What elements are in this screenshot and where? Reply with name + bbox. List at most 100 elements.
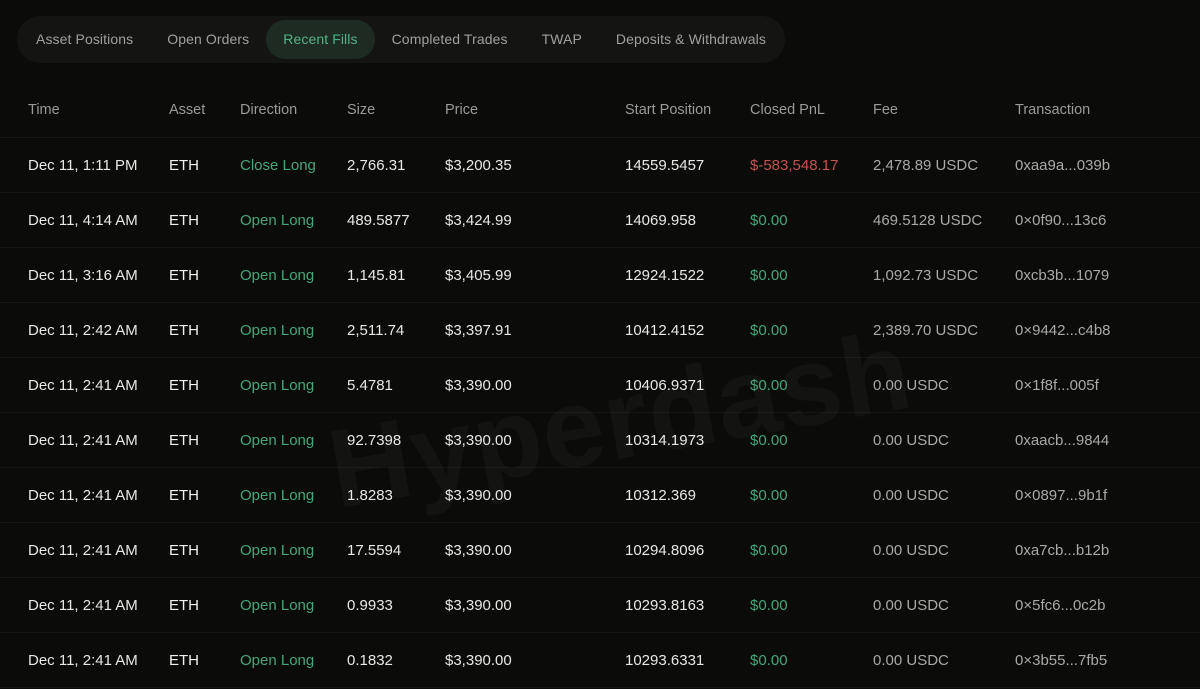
column-header-closed-pnl: Closed PnL bbox=[750, 102, 873, 118]
tab-recent-fills[interactable]: Recent Fills bbox=[266, 20, 374, 59]
cell-start-position: 10406.9371 bbox=[625, 377, 750, 394]
tab-asset-positions[interactable]: Asset Positions bbox=[19, 20, 150, 59]
cell-start-position: 10314.1973 bbox=[625, 432, 750, 449]
cell-fee: 0.00 USDC bbox=[873, 542, 1015, 559]
tab-open-orders[interactable]: Open Orders bbox=[150, 20, 266, 59]
cell-size: 17.5594 bbox=[347, 542, 445, 559]
cell-time: Dec 11, 2:41 AM bbox=[28, 377, 169, 394]
cell-time: Dec 11, 4:14 AM bbox=[28, 212, 169, 229]
cell-asset: ETH bbox=[169, 157, 240, 174]
cell-direction: Open Long bbox=[240, 487, 347, 504]
cell-size: 2,511.74 bbox=[347, 322, 445, 339]
cell-start-position: 10294.8096 bbox=[625, 542, 750, 559]
cell-time: Dec 11, 3:16 AM bbox=[28, 267, 169, 284]
cell-transaction-link[interactable]: 0xaacb...9844 bbox=[1015, 432, 1172, 449]
cell-size: 2,766.31 bbox=[347, 157, 445, 174]
cell-transaction-link[interactable]: 0×1f8f...005f bbox=[1015, 377, 1172, 394]
cell-size: 489.5877 bbox=[347, 212, 445, 229]
cell-asset: ETH bbox=[169, 267, 240, 284]
cell-time: Dec 11, 2:41 AM bbox=[28, 652, 169, 669]
cell-asset: ETH bbox=[169, 487, 240, 504]
cell-price: $3,424.99 bbox=[445, 212, 625, 229]
cell-closed-pnl: $0.00 bbox=[750, 487, 873, 504]
cell-direction: Close Long bbox=[240, 157, 347, 174]
cell-closed-pnl: $0.00 bbox=[750, 432, 873, 449]
cell-fee: 0.00 USDC bbox=[873, 432, 1015, 449]
cell-transaction-link[interactable]: 0×0897...9b1f bbox=[1015, 487, 1172, 504]
table-header-row: Time Asset Direction Size Price Start Po… bbox=[0, 83, 1200, 138]
cell-transaction-link[interactable]: 0×5fc6...0c2b bbox=[1015, 597, 1172, 614]
cell-fee: 0.00 USDC bbox=[873, 377, 1015, 394]
tab-completed-trades[interactable]: Completed Trades bbox=[375, 20, 525, 59]
cell-size: 0.1832 bbox=[347, 652, 445, 669]
cell-price: $3,200.35 bbox=[445, 157, 625, 174]
cell-time: Dec 11, 2:41 AM bbox=[28, 432, 169, 449]
column-header-fee: Fee bbox=[873, 102, 1015, 118]
cell-start-position: 10293.6331 bbox=[625, 652, 750, 669]
cell-asset: ETH bbox=[169, 212, 240, 229]
cell-time: Dec 11, 1:11 PM bbox=[28, 157, 169, 174]
column-header-size: Size bbox=[347, 102, 445, 118]
column-header-asset: Asset bbox=[169, 102, 240, 118]
cell-direction: Open Long bbox=[240, 377, 347, 394]
cell-closed-pnl: $0.00 bbox=[750, 322, 873, 339]
table-row: Dec 11, 2:41 AM ETH Open Long 0.9933 $3,… bbox=[0, 578, 1200, 633]
cell-closed-pnl: $0.00 bbox=[750, 212, 873, 229]
cell-transaction-link[interactable]: 0xcb3b...1079 bbox=[1015, 267, 1172, 284]
tab-twap[interactable]: TWAP bbox=[525, 20, 599, 59]
cell-start-position: 10312.369 bbox=[625, 487, 750, 504]
cell-closed-pnl: $-583,548.17 bbox=[750, 157, 873, 174]
cell-closed-pnl: $0.00 bbox=[750, 542, 873, 559]
cell-fee: 1,092.73 USDC bbox=[873, 267, 1015, 284]
cell-time: Dec 11, 2:42 AM bbox=[28, 322, 169, 339]
tab-deposits-withdrawals[interactable]: Deposits & Withdrawals bbox=[599, 20, 783, 59]
cell-direction: Open Long bbox=[240, 212, 347, 229]
cell-direction: Open Long bbox=[240, 652, 347, 669]
cell-transaction-link[interactable]: 0×9442...c4b8 bbox=[1015, 322, 1172, 339]
cell-closed-pnl: $0.00 bbox=[750, 267, 873, 284]
cell-direction: Open Long bbox=[240, 322, 347, 339]
table-row: Dec 11, 2:41 AM ETH Open Long 5.4781 $3,… bbox=[0, 358, 1200, 413]
cell-closed-pnl: $0.00 bbox=[750, 377, 873, 394]
cell-closed-pnl: $0.00 bbox=[750, 652, 873, 669]
column-header-price: Price bbox=[445, 102, 625, 118]
cell-price: $3,397.91 bbox=[445, 322, 625, 339]
recent-fills-table: Time Asset Direction Size Price Start Po… bbox=[0, 83, 1200, 688]
cell-price: $3,390.00 bbox=[445, 652, 625, 669]
cell-price: $3,390.00 bbox=[445, 597, 625, 614]
cell-transaction-link[interactable]: 0×3b55...7fb5 bbox=[1015, 652, 1172, 669]
cell-size: 1,145.81 bbox=[347, 267, 445, 284]
cell-size: 0.9933 bbox=[347, 597, 445, 614]
cell-start-position: 10293.8163 bbox=[625, 597, 750, 614]
cell-time: Dec 11, 2:41 AM bbox=[28, 542, 169, 559]
cell-start-position: 14069.958 bbox=[625, 212, 750, 229]
cell-price: $3,390.00 bbox=[445, 432, 625, 449]
table-row: Dec 11, 4:14 AM ETH Open Long 489.5877 $… bbox=[0, 193, 1200, 248]
table-row: Dec 11, 2:42 AM ETH Open Long 2,511.74 $… bbox=[0, 303, 1200, 358]
table-row: Dec 11, 2:41 AM ETH Open Long 17.5594 $3… bbox=[0, 523, 1200, 578]
cell-time: Dec 11, 2:41 AM bbox=[28, 597, 169, 614]
cell-transaction-link[interactable]: 0×0f90...13c6 bbox=[1015, 212, 1172, 229]
cell-fee: 0.00 USDC bbox=[873, 597, 1015, 614]
cell-size: 5.4781 bbox=[347, 377, 445, 394]
table-row: Dec 11, 1:11 PM ETH Close Long 2,766.31 … bbox=[0, 138, 1200, 193]
column-header-time: Time bbox=[28, 102, 169, 118]
cell-fee: 469.5128 USDC bbox=[873, 212, 1015, 229]
cell-transaction-link[interactable]: 0xaa9a...039b bbox=[1015, 157, 1172, 174]
table-row: Dec 11, 2:41 AM ETH Open Long 0.1832 $3,… bbox=[0, 633, 1200, 688]
cell-fee: 2,389.70 USDC bbox=[873, 322, 1015, 339]
table-row: Dec 11, 3:16 AM ETH Open Long 1,145.81 $… bbox=[0, 248, 1200, 303]
cell-start-position: 14559.5457 bbox=[625, 157, 750, 174]
cell-transaction-link[interactable]: 0xa7cb...b12b bbox=[1015, 542, 1172, 559]
cell-direction: Open Long bbox=[240, 267, 347, 284]
cell-fee: 0.00 USDC bbox=[873, 652, 1015, 669]
cell-asset: ETH bbox=[169, 322, 240, 339]
cell-fee: 2,478.89 USDC bbox=[873, 157, 1015, 174]
cell-asset: ETH bbox=[169, 597, 240, 614]
cell-closed-pnl: $0.00 bbox=[750, 597, 873, 614]
cell-direction: Open Long bbox=[240, 542, 347, 559]
cell-price: $3,390.00 bbox=[445, 542, 625, 559]
table-body: Dec 11, 1:11 PM ETH Close Long 2,766.31 … bbox=[0, 138, 1200, 688]
cell-asset: ETH bbox=[169, 377, 240, 394]
cell-size: 92.7398 bbox=[347, 432, 445, 449]
